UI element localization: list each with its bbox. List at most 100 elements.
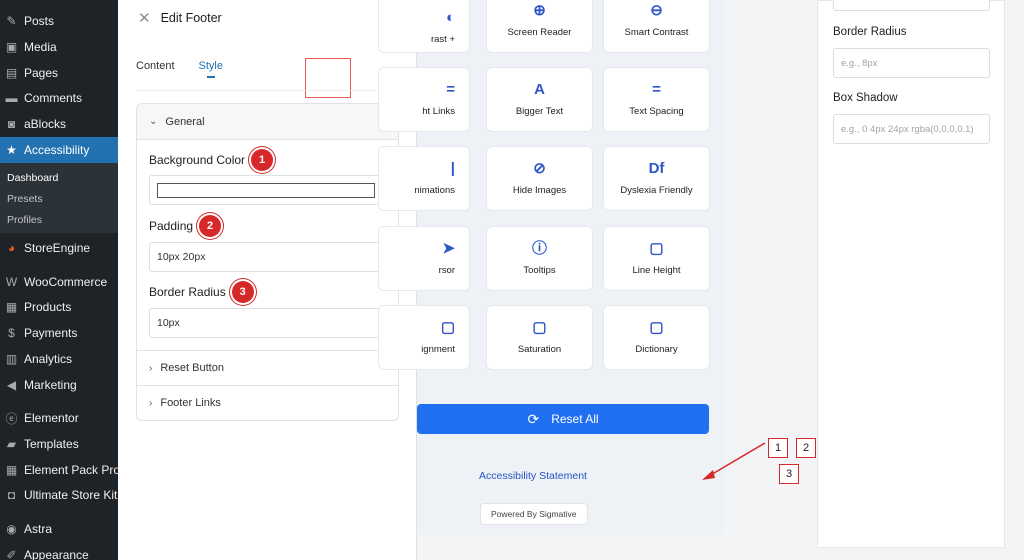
step-badge-1: 1 xyxy=(251,149,274,171)
menu-pages[interactable]: ▤ Pages xyxy=(0,60,118,86)
padding-label: Padding 2 xyxy=(149,215,222,237)
feature-tile[interactable]: ⊘ Hide Images xyxy=(486,146,593,211)
step-badge-2: 2 xyxy=(199,215,222,237)
tab-content[interactable]: Content xyxy=(136,60,175,78)
feature-tile[interactable]: ▢ Saturation xyxy=(486,305,593,370)
menu-analytics[interactable]: ▥ Analytics xyxy=(0,346,118,372)
border-radius-input-right[interactable]: e.g., 8px xyxy=(833,48,990,78)
alignment-icon: ▢ xyxy=(440,319,455,336)
megaphone-icon: ◀ xyxy=(6,378,17,392)
top-partial-input[interactable] xyxy=(833,0,990,11)
menu-products[interactable]: ▦ Products xyxy=(0,294,118,320)
star-icon: ★ xyxy=(6,143,17,157)
border-radius-label-right: Border Radius xyxy=(833,26,907,38)
feature-tile-label: ignment xyxy=(421,344,455,355)
contrast-plus-icon: ◐ xyxy=(445,9,455,26)
chevron-down-icon: ⌄ xyxy=(149,116,158,127)
menu-appearance[interactable]: ✐ Appearance xyxy=(0,542,118,560)
feature-tile-label: Dictionary xyxy=(635,344,678,355)
submenu-presets[interactable]: Presets xyxy=(7,193,43,205)
wp-admin-sidebar: ✎ Posts ▣ Media ▤ Pages ▬ Comments ◙ aBlocks … xyxy=(0,0,120,560)
border-radius-input[interactable]: 10px xyxy=(149,308,388,338)
feature-tile-label: ht Links xyxy=(422,106,455,117)
feature-tile-label: Screen Reader xyxy=(507,27,572,38)
edit-footer-panel: ✕ Edit Footer Content Style ⌄ General Ba… xyxy=(118,0,417,560)
menu-ultimate-store-kit[interactable]: ◘ Ultimate Store Kit xyxy=(0,482,118,508)
line-height-icon: ▢ xyxy=(649,240,664,257)
hide-images-icon: ⊘ xyxy=(533,160,546,177)
feature-tile[interactable]: ⊕ Screen Reader xyxy=(486,0,593,53)
callout-box-2: 2 xyxy=(796,438,816,458)
feature-tile-label: Smart Contrast xyxy=(624,27,689,38)
border-radius-label: Border Radius 3 xyxy=(149,281,254,303)
editor-header: ✕ Edit Footer xyxy=(118,0,416,36)
brush-icon: ✐ xyxy=(6,548,17,560)
bigger-text-icon: A xyxy=(534,81,545,98)
menu-accessibility[interactable]: ★ Accessibility xyxy=(0,137,118,163)
powered-by-badge[interactable]: Powered By Sigmative xyxy=(480,503,588,525)
menu-element-pack-pro[interactable]: ▦ Element Pack Pro xyxy=(0,457,120,483)
menu-comments[interactable]: ▬ Comments xyxy=(0,85,118,111)
dictionary-icon: ▢ xyxy=(649,319,664,336)
feature-tile-label: rsor xyxy=(438,265,455,276)
chevron-right-icon: › xyxy=(149,397,153,409)
menu-posts[interactable]: ✎ Posts xyxy=(0,8,118,34)
background-color-swatch[interactable] xyxy=(157,182,375,198)
comment-icon: ▬ xyxy=(5,91,18,105)
menu-templates[interactable]: ▰ Templates xyxy=(0,431,118,457)
tab-style[interactable]: Style xyxy=(199,60,223,78)
close-icon[interactable]: ✕ xyxy=(138,9,151,27)
feature-tile[interactable]: | nimations xyxy=(378,146,470,211)
menu-media[interactable]: ▣ Media xyxy=(0,34,118,60)
padding-input[interactable]: 10px 20px xyxy=(149,242,388,272)
refresh-icon: ⟳ xyxy=(527,410,540,427)
footer-links-section[interactable]: › Footer Links xyxy=(137,385,398,420)
menu-elementor[interactable]: ⓔ Elementor xyxy=(0,405,118,431)
box-shadow-input[interactable]: e.g., 0 4px 24px rgba(0,0,0,0.1) xyxy=(833,114,990,144)
feature-tile[interactable]: = ht Links xyxy=(378,67,470,132)
editor-title: Edit Footer xyxy=(160,11,222,25)
payments-icon: $ xyxy=(8,326,15,340)
submenu-profiles[interactable]: Profiles xyxy=(7,214,42,226)
menu-marketing[interactable]: ◀ Marketing xyxy=(0,372,118,398)
tooltip-icon: ⓘ xyxy=(531,240,547,257)
media-icon: ▣ xyxy=(5,40,18,54)
general-section-header[interactable]: ⌄ General xyxy=(137,104,398,140)
storeengine-icon: ◕ xyxy=(7,241,16,255)
feature-tile[interactable]: ➤ rsor xyxy=(378,226,470,291)
screen-reader-icon: ⊕ xyxy=(533,2,546,19)
feature-tile-label: Bigger Text xyxy=(515,106,564,117)
feature-tile[interactable]: ⓘ Tooltips xyxy=(486,226,593,291)
feature-tile[interactable]: ▢ ignment xyxy=(378,305,470,370)
feature-tile-label: Line Height xyxy=(632,265,681,276)
general-accordion: ⌄ General Background Color 1 Padding 2 1… xyxy=(136,103,399,421)
feature-tile-label: Dyslexia Friendly xyxy=(620,185,693,196)
feature-tile[interactable]: Df Dyslexia Friendly xyxy=(603,146,710,211)
feature-tile[interactable]: ⊖ Smart Contrast xyxy=(603,0,710,53)
menu-storeengine[interactable]: ◕ StoreEngine xyxy=(0,235,118,261)
feature-tile[interactable]: ▢ Line Height xyxy=(603,226,710,291)
style-tab-highlight xyxy=(305,58,351,98)
feature-tile[interactable]: = Text Spacing xyxy=(603,67,710,132)
menu-woocommerce[interactable]: W WooCommerce xyxy=(0,269,118,295)
woo-icon: W xyxy=(5,275,18,289)
feature-tile-label: Saturation xyxy=(517,344,562,355)
menu-payments[interactable]: $ Payments xyxy=(0,320,118,346)
grid-icon: ▦ xyxy=(5,463,18,477)
reset-button-section[interactable]: › Reset Button xyxy=(137,350,398,385)
text-spacing-icon: = xyxy=(652,81,661,98)
menu-ablocks[interactable]: ◙ aBlocks xyxy=(0,111,118,137)
background-color-label: Background Color 1 xyxy=(149,149,274,171)
background-color-field[interactable] xyxy=(149,175,388,205)
reset-all-button[interactable]: ⟳ Reset All xyxy=(417,404,709,434)
feature-tile-label: Text Spacing xyxy=(629,106,684,117)
editor-tabs: Content Style xyxy=(136,60,223,78)
accessibility-statement-link[interactable]: Accessibility Statement xyxy=(479,470,587,482)
feature-tile[interactable]: ▢ Dictionary xyxy=(603,305,710,370)
submenu-dashboard[interactable]: Dashboard xyxy=(7,172,58,184)
feature-tile[interactable]: ◐ rast + xyxy=(378,0,470,53)
dyslexia-icon: Df xyxy=(648,160,665,177)
tabs-divider xyxy=(136,90,398,91)
menu-astra[interactable]: ◉ Astra xyxy=(0,516,118,542)
feature-tile[interactable]: A Bigger Text xyxy=(486,67,593,132)
